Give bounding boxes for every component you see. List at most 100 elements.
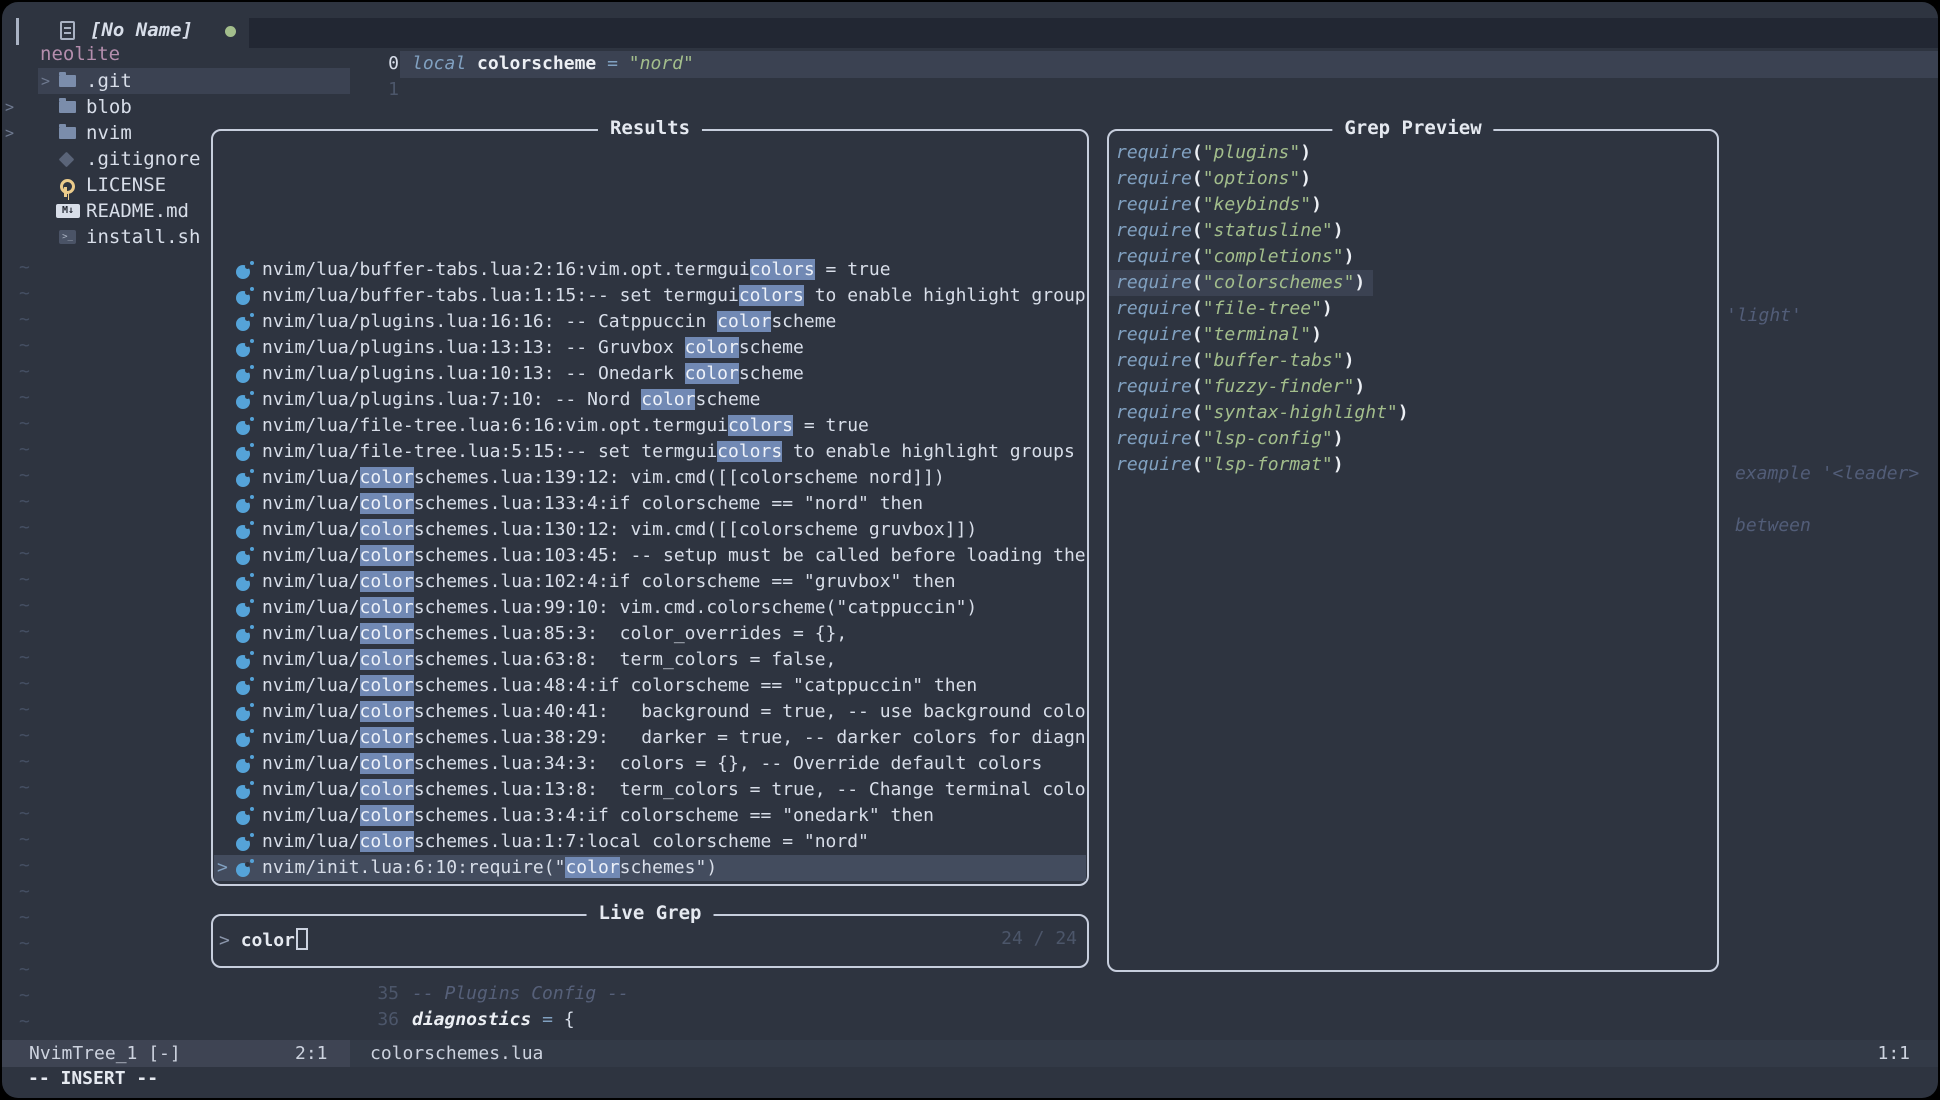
empty-line-tilde: ~ bbox=[19, 645, 30, 671]
results-counter: 24 / 24 bbox=[1001, 928, 1077, 949]
preview-code-line: require("options") bbox=[1109, 166, 1717, 192]
match-highlight: color bbox=[685, 337, 739, 358]
result-row[interactable]: >nvim/lua/plugins.lua:10:13: -- Onedark … bbox=[214, 361, 1086, 387]
file-tree-item-label: install.sh bbox=[86, 224, 200, 250]
result-row[interactable]: >nvim/lua/plugins.lua:13:13: -- Gruvbox … bbox=[214, 335, 1086, 361]
chevron-right-icon: > bbox=[41, 68, 50, 94]
result-row[interactable]: >nvim/lua/colorschemes.lua:103:45: -- se… bbox=[214, 543, 1086, 569]
folder-icon bbox=[59, 127, 76, 139]
live-grep-input[interactable]: > color bbox=[219, 928, 308, 951]
lua-file-icon bbox=[236, 782, 254, 799]
file-tree-item-blob[interactable]: >blob bbox=[2, 94, 350, 120]
preview-code-line: require("plugins") bbox=[1109, 140, 1717, 166]
result-row[interactable]: >nvim/lua/colorschemes.lua:133:4:if colo… bbox=[214, 491, 1086, 517]
buffer-line: -- Plugins Config -- bbox=[412, 981, 629, 1007]
match-highlight: colors bbox=[728, 415, 793, 436]
result-text: nvim/lua/colorschemes.lua:3:4:if colorsc… bbox=[262, 803, 1086, 829]
match-highlight: color bbox=[685, 363, 739, 384]
empty-line-tilde: ~ bbox=[19, 489, 30, 515]
chevron-right-icon: > bbox=[5, 120, 14, 146]
result-text: nvim/lua/colorschemes.lua:34:3: colors =… bbox=[262, 751, 1086, 777]
result-row[interactable]: >nvim/lua/colorschemes.lua:99:10: vim.cm… bbox=[214, 595, 1086, 621]
tab-noname[interactable]: [No Name] bbox=[90, 19, 193, 41]
match-highlight: colors bbox=[739, 285, 804, 306]
folder-icon bbox=[59, 75, 76, 87]
result-row[interactable]: >nvim/lua/colorschemes.lua:63:8: term_co… bbox=[214, 647, 1086, 673]
empty-line-tilde: ~ bbox=[19, 567, 30, 593]
match-highlight: color bbox=[565, 857, 619, 878]
lua-file-icon bbox=[236, 392, 254, 409]
empty-line-tilde: ~ bbox=[19, 255, 30, 281]
result-row[interactable]: >nvim/lua/colorschemes.lua:139:12: vim.c… bbox=[214, 465, 1086, 491]
match-highlight: color bbox=[360, 467, 414, 488]
match-highlight: color bbox=[360, 701, 414, 722]
empty-line-tilde: ~ bbox=[19, 983, 30, 1009]
lua-file-icon bbox=[236, 314, 254, 331]
result-row[interactable]: >nvim/lua/colorschemes.lua:3:4:if colors… bbox=[214, 803, 1086, 829]
terminal-cursor bbox=[16, 18, 19, 45]
statusline-cursor-position: 1:1 bbox=[1877, 1040, 1910, 1067]
result-row[interactable]: >nvim/lua/colorschemes.lua:48:4:if color… bbox=[214, 673, 1086, 699]
statusline-buffer-name: NvimTree_1 [-] bbox=[29, 1040, 181, 1067]
empty-line-tilde: ~ bbox=[19, 281, 30, 307]
match-highlight: color bbox=[360, 519, 414, 540]
result-text: nvim/lua/colorschemes.lua:130:12: vim.cm… bbox=[262, 517, 1086, 543]
file-tree-item--git[interactable]: >.git bbox=[38, 68, 350, 94]
lua-file-icon bbox=[236, 496, 254, 513]
empty-line-tilde: ~ bbox=[19, 385, 30, 411]
result-row[interactable]: >nvim/lua/colorschemes.lua:34:3: colors … bbox=[214, 751, 1086, 777]
search-query: color bbox=[241, 930, 295, 951]
background-code-text: example '<leader> bbox=[1735, 461, 1919, 487]
file-tree-item-label: README.md bbox=[86, 198, 189, 224]
result-text: nvim/lua/colorschemes.lua:13:8: term_col… bbox=[262, 777, 1086, 803]
markdown-icon: M↓ bbox=[56, 204, 80, 218]
match-highlight: color bbox=[360, 805, 414, 826]
buffer-line: local colorscheme = "nord" bbox=[412, 51, 694, 77]
file-icon bbox=[60, 21, 75, 40]
live-grep-panel: Live Grep > color 24 / 24 bbox=[211, 914, 1089, 968]
terminal-window: [No Name] 0local colorscheme = "nord"1 3… bbox=[2, 2, 1938, 1098]
preview-code-line: require("syntax-highlight") bbox=[1109, 400, 1717, 426]
result-row[interactable]: >nvim/lua/colorschemes.lua:130:12: vim.c… bbox=[214, 517, 1086, 543]
results-panel: Results >nvim/lua/buffer-tabs.lua:2:16:v… bbox=[211, 129, 1089, 886]
lua-file-icon bbox=[236, 704, 254, 721]
empty-line-tilde: ~ bbox=[19, 411, 30, 437]
result-text: nvim/lua/colorschemes.lua:1:7:local colo… bbox=[262, 829, 1086, 855]
live-grep-title: Live Grep bbox=[587, 902, 714, 924]
result-text: nvim/lua/colorschemes.lua:40:41: backgro… bbox=[262, 699, 1086, 725]
empty-line-tilde: ~ bbox=[19, 931, 30, 957]
result-text: nvim/lua/colorschemes.lua:48:4:if colors… bbox=[262, 673, 1086, 699]
empty-line-tilde: ~ bbox=[19, 801, 30, 827]
result-row[interactable]: >nvim/init.lua:6:10:require("colorscheme… bbox=[214, 855, 1086, 881]
result-row[interactable]: >nvim/lua/colorschemes.lua:102:4:if colo… bbox=[214, 569, 1086, 595]
modified-dot-icon bbox=[225, 26, 236, 37]
text-cursor bbox=[296, 928, 308, 950]
result-row[interactable]: >nvim/lua/colorschemes.lua:38:29: darker… bbox=[214, 725, 1086, 751]
result-row[interactable]: >nvim/lua/file-tree.lua:6:16:vim.opt.ter… bbox=[214, 413, 1086, 439]
result-row[interactable]: >nvim/lua/plugins.lua:7:10: -- Nord colo… bbox=[214, 387, 1086, 413]
grep-preview-title: Grep Preview bbox=[1332, 117, 1493, 139]
statusline-file-name: colorschemes.lua bbox=[370, 1040, 543, 1067]
grep-preview-panel: Grep Preview require("plugins")require("… bbox=[1107, 129, 1719, 972]
empty-line-tilde: ~ bbox=[19, 1009, 30, 1035]
result-row[interactable]: >nvim/lua/colorschemes.lua:13:8: term_co… bbox=[214, 777, 1086, 803]
result-row[interactable]: >nvim/lua/buffer-tabs.lua:2:16:vim.opt.t… bbox=[214, 257, 1086, 283]
match-highlight: color bbox=[360, 493, 414, 514]
empty-line-tilde: ~ bbox=[19, 515, 30, 541]
match-highlight: color bbox=[360, 675, 414, 696]
result-row[interactable]: >nvim/lua/colorschemes.lua:85:3: color_o… bbox=[214, 621, 1086, 647]
result-text: nvim/init.lua:6:10:require("colorschemes… bbox=[262, 855, 1086, 881]
result-row[interactable]: >nvim/lua/colorschemes.lua:40:41: backgr… bbox=[214, 699, 1086, 725]
line-number: 35 bbox=[357, 981, 399, 1007]
preview-code-line: require("completions") bbox=[1109, 244, 1717, 270]
result-row[interactable]: >nvim/lua/buffer-tabs.lua:1:15:-- set te… bbox=[214, 283, 1086, 309]
match-highlight: color bbox=[360, 597, 414, 618]
empty-line-tilde: ~ bbox=[19, 437, 30, 463]
result-row[interactable]: >nvim/lua/plugins.lua:16:16: -- Catppucc… bbox=[214, 309, 1086, 335]
empty-line-tilde: ~ bbox=[19, 307, 30, 333]
empty-line-markers: ~~~~~~~~~~~~~~~~~~~~~~~~~~~~~~ bbox=[19, 255, 30, 1035]
result-row[interactable]: >nvim/lua/file-tree.lua:5:15:-- set term… bbox=[214, 439, 1086, 465]
result-row[interactable]: >nvim/lua/colorschemes.lua:1:7:local col… bbox=[214, 829, 1086, 855]
file-tree-item-label: .gitignore bbox=[86, 146, 200, 172]
tabline-fill bbox=[249, 18, 1938, 48]
